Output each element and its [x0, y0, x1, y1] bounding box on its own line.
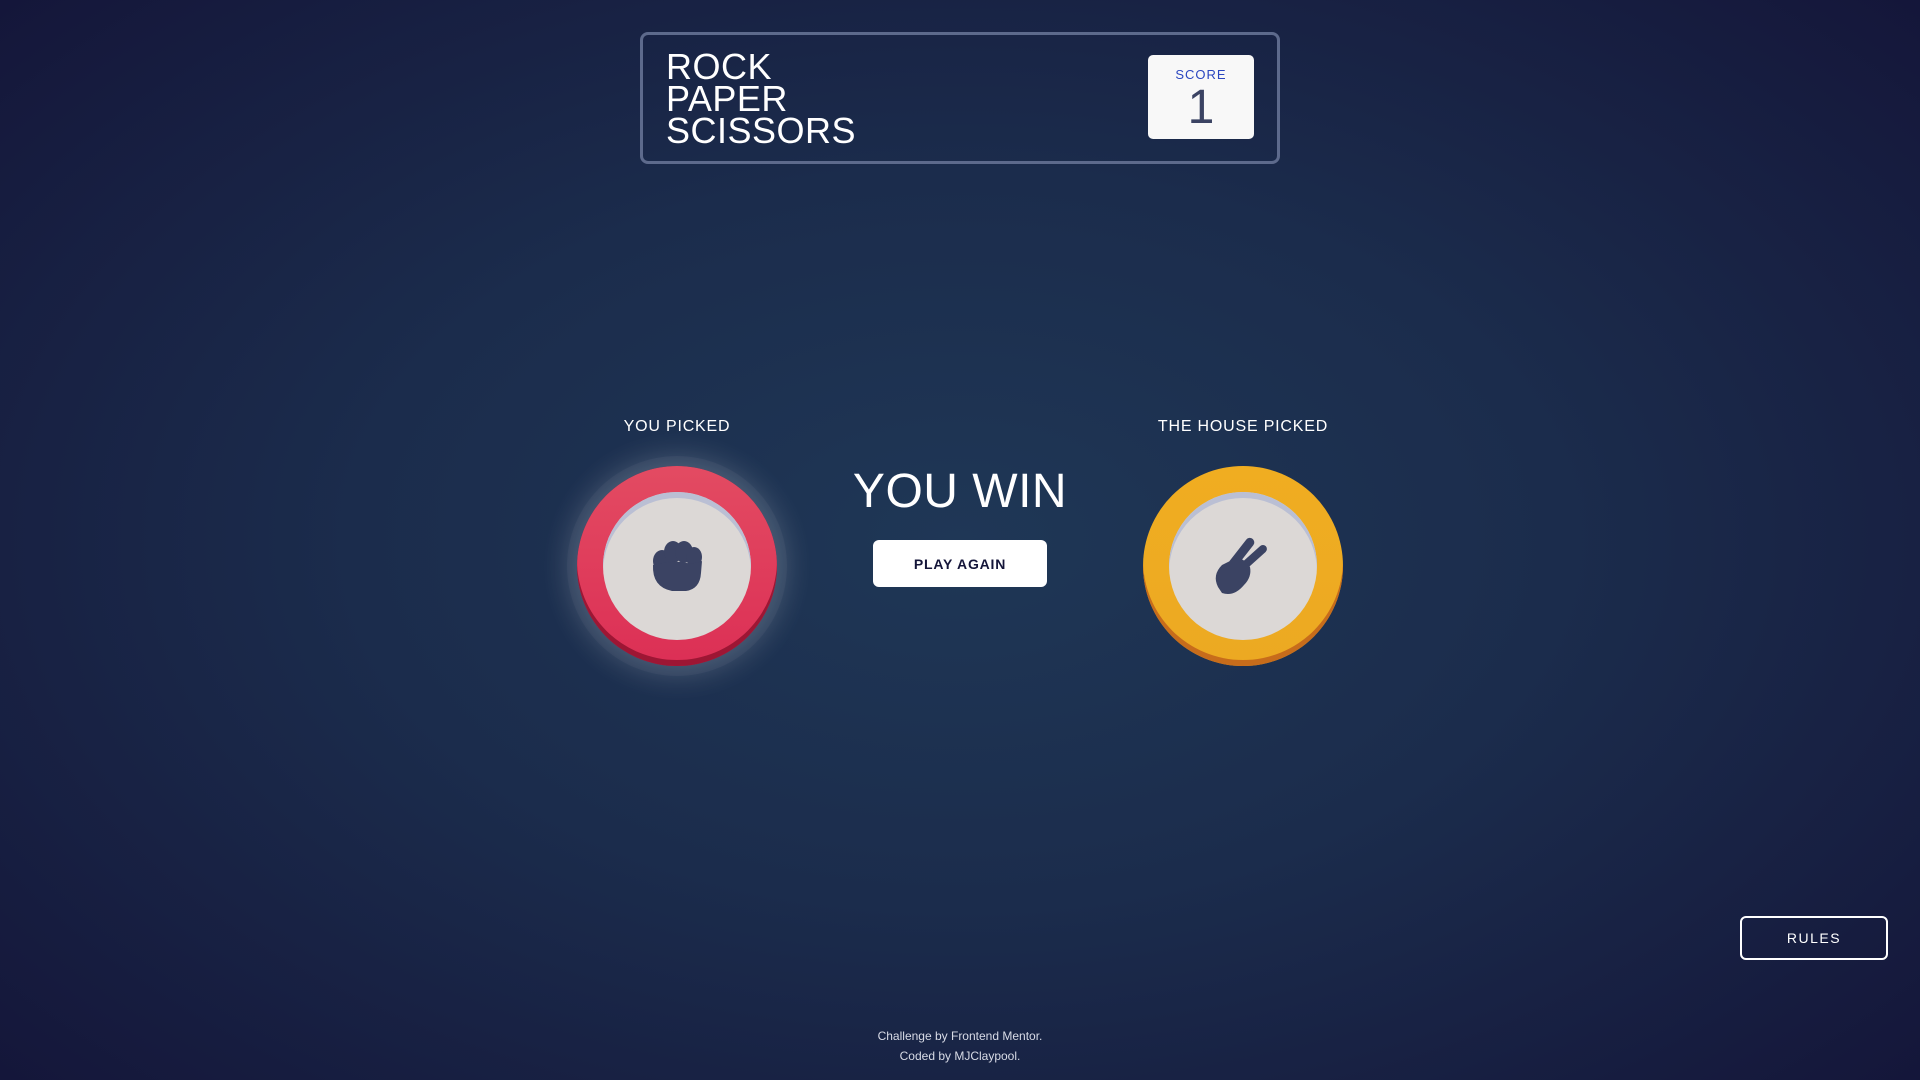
house-pick-label: THE HOUSE PICKED [1157, 418, 1329, 435]
player-rock-token [577, 466, 777, 666]
player-token-inner [603, 492, 751, 640]
house-scissors-token [1143, 466, 1343, 666]
game-title: ROCK PAPER SCISSORS [666, 49, 857, 151]
attribution-prefix-1: Challenge by [877, 1029, 951, 1043]
rock-hand-icon [652, 541, 702, 591]
result-text: YOU WIN [852, 465, 1068, 518]
scissors-hand-icon [1215, 537, 1267, 594]
header-bar: ROCK PAPER SCISSORS SCORE 1 [640, 32, 1280, 164]
score-label: SCORE [1175, 67, 1227, 82]
attribution: Challenge by Frontend Mentor. Coded by M… [660, 1026, 1260, 1066]
score-box: SCORE 1 [1148, 55, 1254, 139]
author-link[interactable]: MJClaypool [954, 1049, 1017, 1063]
attribution-suffix-2: . [1017, 1049, 1021, 1063]
title-line-scissors: SCISSORS [666, 110, 857, 151]
attribution-suffix-1: . [1039, 1029, 1043, 1043]
house-token-inner [1169, 492, 1317, 640]
rules-button[interactable]: RULES [1740, 916, 1888, 960]
score-value: 1 [1187, 81, 1215, 134]
attribution-prefix-2: Coded by [899, 1049, 955, 1063]
attribution-line-1: Challenge by Frontend Mentor. [660, 1026, 1260, 1046]
play-again-button[interactable]: PLAY AGAIN [873, 540, 1047, 587]
player-pick-label: YOU PICKED [623, 418, 731, 435]
frontend-mentor-link[interactable]: Frontend Mentor [951, 1029, 1039, 1043]
attribution-line-2: Coded by MJClaypool. [660, 1046, 1260, 1066]
